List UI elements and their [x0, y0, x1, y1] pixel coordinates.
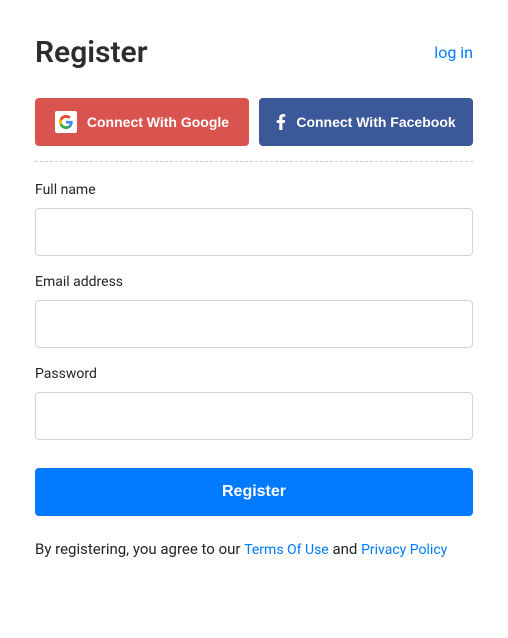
terms-of-use-link[interactable]: Terms Of Use — [244, 542, 329, 558]
facebook-icon — [276, 113, 286, 131]
privacy-policy-link[interactable]: Privacy Policy — [361, 542, 447, 558]
login-link[interactable]: log in — [434, 43, 473, 62]
social-buttons-row: Connect With Google Connect With Faceboo… — [35, 98, 473, 146]
fullname-label: Full name — [35, 182, 473, 198]
header-row: Register log in — [35, 35, 473, 70]
password-label: Password — [35, 366, 473, 382]
connect-facebook-button[interactable]: Connect With Facebook — [259, 98, 473, 146]
register-button[interactable]: Register — [35, 468, 473, 516]
divider — [35, 161, 473, 162]
password-group: Password — [35, 366, 473, 440]
fullname-group: Full name — [35, 182, 473, 256]
page-title: Register — [35, 35, 148, 70]
terms-text: By registering, you agree to our Terms O… — [35, 540, 473, 558]
facebook-button-label: Connect With Facebook — [296, 114, 455, 130]
fullname-input[interactable] — [35, 208, 473, 256]
terms-prefix: By registering, you agree to our — [35, 540, 244, 558]
email-label: Email address — [35, 274, 473, 290]
google-icon — [55, 111, 77, 133]
google-button-label: Connect With Google — [87, 114, 229, 130]
email-group: Email address — [35, 274, 473, 348]
terms-and: and — [329, 540, 361, 558]
password-input[interactable] — [35, 392, 473, 440]
connect-google-button[interactable]: Connect With Google — [35, 98, 249, 146]
email-input[interactable] — [35, 300, 473, 348]
